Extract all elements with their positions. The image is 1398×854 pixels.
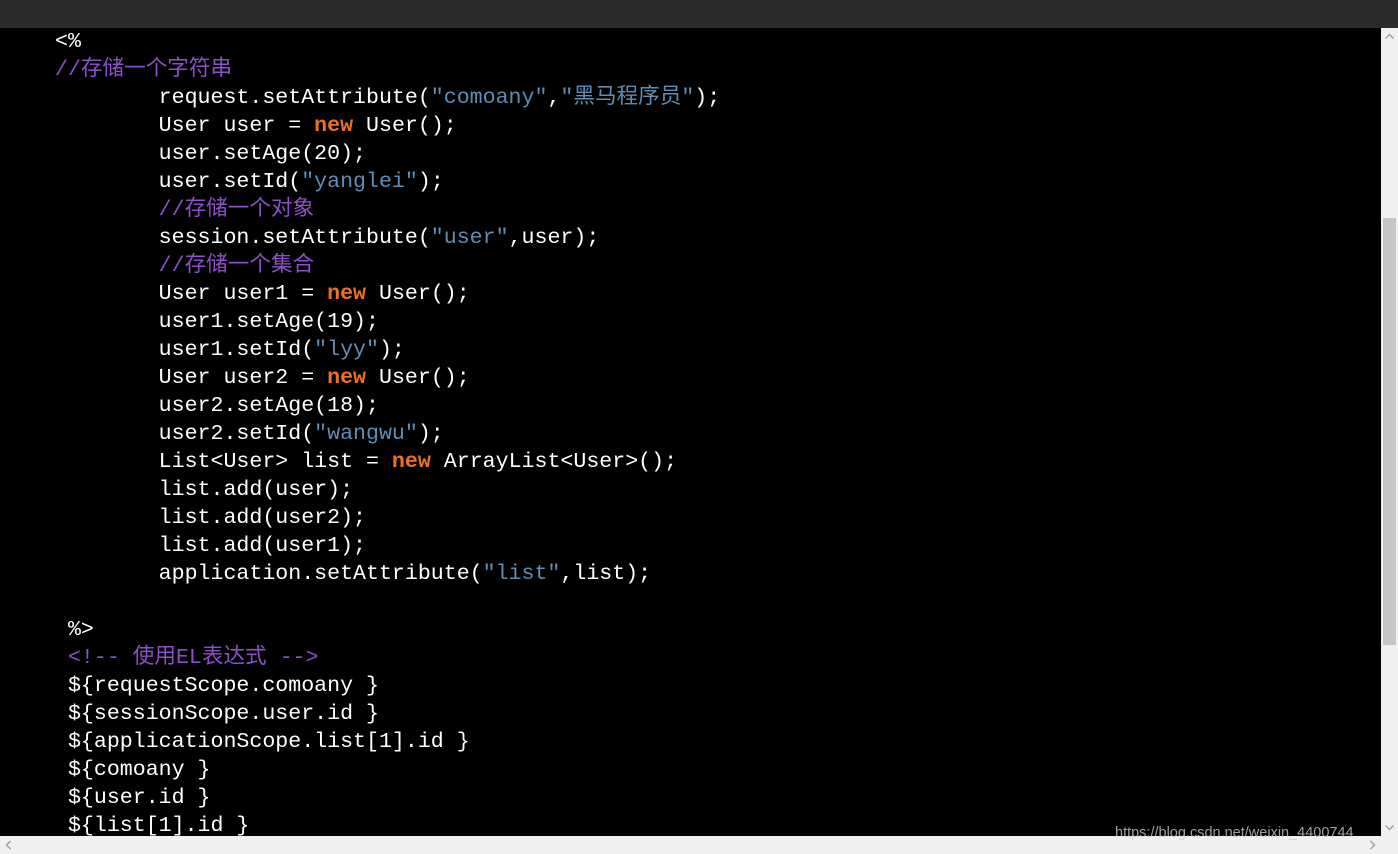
code-plain: list.add(user2); bbox=[55, 506, 367, 530]
code-comment: <!-- 使用EL表达式 --> bbox=[55, 646, 319, 670]
code-line[interactable]: List<User> list = new ArrayList<User>(); bbox=[55, 448, 1381, 476]
code-plain: User user1 = bbox=[55, 282, 328, 306]
code-plain: ${user.id } bbox=[55, 786, 211, 810]
code-keyword: new bbox=[314, 114, 354, 138]
code-plain: User(); bbox=[366, 366, 470, 390]
code-string: "user" bbox=[430, 226, 509, 250]
code-line[interactable]: //存储一个集合 bbox=[55, 252, 1381, 280]
vertical-scrollbar[interactable] bbox=[1381, 28, 1398, 836]
code-plain: user2.setAge(18); bbox=[55, 394, 379, 418]
code-line[interactable]: ${comoany } bbox=[55, 756, 1381, 784]
code-plain: ,list); bbox=[560, 562, 652, 586]
code-line[interactable]: User user = new User(); bbox=[55, 112, 1381, 140]
scroll-left-icon[interactable] bbox=[0, 836, 17, 854]
code-line[interactable]: user.setId("yanglei"); bbox=[55, 168, 1381, 196]
code-line[interactable]: ${requestScope.comoany } bbox=[55, 672, 1381, 700]
code-comment: //存储一个字符串 bbox=[55, 58, 233, 82]
code-line[interactable]: user2.setId("wangwu"); bbox=[55, 420, 1381, 448]
code-keyword: new bbox=[327, 366, 367, 390]
code-plain: user1.setAge(19); bbox=[55, 310, 379, 334]
code-line[interactable]: <!-- 使用EL表达式 --> bbox=[55, 644, 1381, 672]
code-plain: User(); bbox=[353, 114, 457, 138]
code-plain: list.add(user); bbox=[55, 478, 354, 502]
code-line[interactable]: //存储一个对象 bbox=[55, 196, 1381, 224]
code-string: "list" bbox=[482, 562, 561, 586]
code-plain: ); bbox=[378, 338, 405, 362]
code-plain: <% bbox=[55, 30, 81, 54]
code-plain: ); bbox=[417, 170, 444, 194]
code-line[interactable]: list.add(user2); bbox=[55, 504, 1381, 532]
code-line[interactable]: session.setAttribute("user",user); bbox=[55, 224, 1381, 252]
code-line[interactable]: %> bbox=[55, 616, 1381, 644]
code-line[interactable]: user1.setAge(19); bbox=[55, 308, 1381, 336]
code-line[interactable]: request.setAttribute("comoany","黑马程序员"); bbox=[55, 84, 1381, 112]
code-line[interactable]: list.add(user); bbox=[55, 476, 1381, 504]
code-line[interactable]: user2.setAge(18); bbox=[55, 392, 1381, 420]
code-plain: request.setAttribute( bbox=[55, 86, 431, 110]
code-plain: ); bbox=[417, 422, 444, 446]
code-line[interactable]: ${sessionScope.user.id } bbox=[55, 700, 1381, 728]
code-comment: //存储一个集合 bbox=[55, 254, 315, 278]
editor-window: <% //存储一个字符串 request.setAttribute("comoan… bbox=[0, 0, 1398, 854]
code-line[interactable]: user.setAge(20); bbox=[55, 140, 1381, 168]
code-plain: session.setAttribute( bbox=[55, 226, 431, 250]
code-line[interactable]: user1.setId("lyy"); bbox=[55, 336, 1381, 364]
code-plain: ${list[1].id } bbox=[55, 814, 250, 836]
watermark: https://blog.csdn.net/weixin_4400744 bbox=[1115, 825, 1354, 841]
code-plain: ); bbox=[694, 86, 721, 110]
code-plain: user1.setId( bbox=[55, 338, 315, 362]
code-plain: , bbox=[547, 86, 561, 110]
code-string: "wangwu" bbox=[314, 422, 418, 446]
editor-toolbar bbox=[0, 0, 1398, 28]
code-line[interactable]: User user1 = new User(); bbox=[55, 280, 1381, 308]
code-plain: ${requestScope.comoany } bbox=[55, 674, 379, 698]
code-plain: List<User> list = bbox=[55, 450, 392, 474]
code-line[interactable]: //存储一个字符串 bbox=[55, 56, 1381, 84]
code-plain: ,user); bbox=[508, 226, 600, 250]
code-plain: ${sessionScope.user.id } bbox=[55, 702, 379, 726]
code-plain: %> bbox=[55, 618, 94, 642]
code-plain: user.setId( bbox=[55, 170, 302, 194]
code-plain: application.setAttribute( bbox=[55, 562, 483, 586]
code-plain: list.add(user1); bbox=[55, 534, 367, 558]
code-plain: ${comoany } bbox=[55, 758, 211, 782]
code-string: "comoany" bbox=[430, 86, 548, 110]
code-keyword: new bbox=[391, 450, 431, 474]
code-plain: User user = bbox=[55, 114, 315, 138]
code-plain: ArrayList<User>(); bbox=[430, 450, 678, 474]
code-line[interactable]: ${applicationScope.list[1].id } bbox=[55, 728, 1381, 756]
code-string: "lyy" bbox=[314, 338, 379, 362]
code-plain: user2.setId( bbox=[55, 422, 315, 446]
code-string: "黑马程序员" bbox=[560, 86, 695, 110]
code-line[interactable]: <% bbox=[55, 28, 1381, 56]
code-keyword: new bbox=[327, 282, 367, 306]
vertical-scrollbar-thumb[interactable] bbox=[1383, 218, 1396, 645]
code-line[interactable]: list.add(user1); bbox=[55, 532, 1381, 560]
code-line[interactable]: User user2 = new User(); bbox=[55, 364, 1381, 392]
code-plain: user.setAge(20); bbox=[55, 142, 367, 166]
code-editor[interactable]: <% //存储一个字符串 request.setAttribute("comoan… bbox=[0, 28, 1381, 836]
scroll-up-icon[interactable] bbox=[1381, 28, 1398, 45]
code-line[interactable] bbox=[55, 588, 1381, 616]
code-comment: //存储一个对象 bbox=[55, 198, 315, 222]
code-line[interactable]: ${user.id } bbox=[55, 784, 1381, 812]
code-plain: User(); bbox=[366, 282, 470, 306]
code-plain: User user2 = bbox=[55, 366, 328, 390]
code-string: "yanglei" bbox=[301, 170, 418, 194]
code-plain: ${applicationScope.list[1].id } bbox=[55, 730, 470, 754]
code-line[interactable]: application.setAttribute("list",list); bbox=[55, 560, 1381, 588]
